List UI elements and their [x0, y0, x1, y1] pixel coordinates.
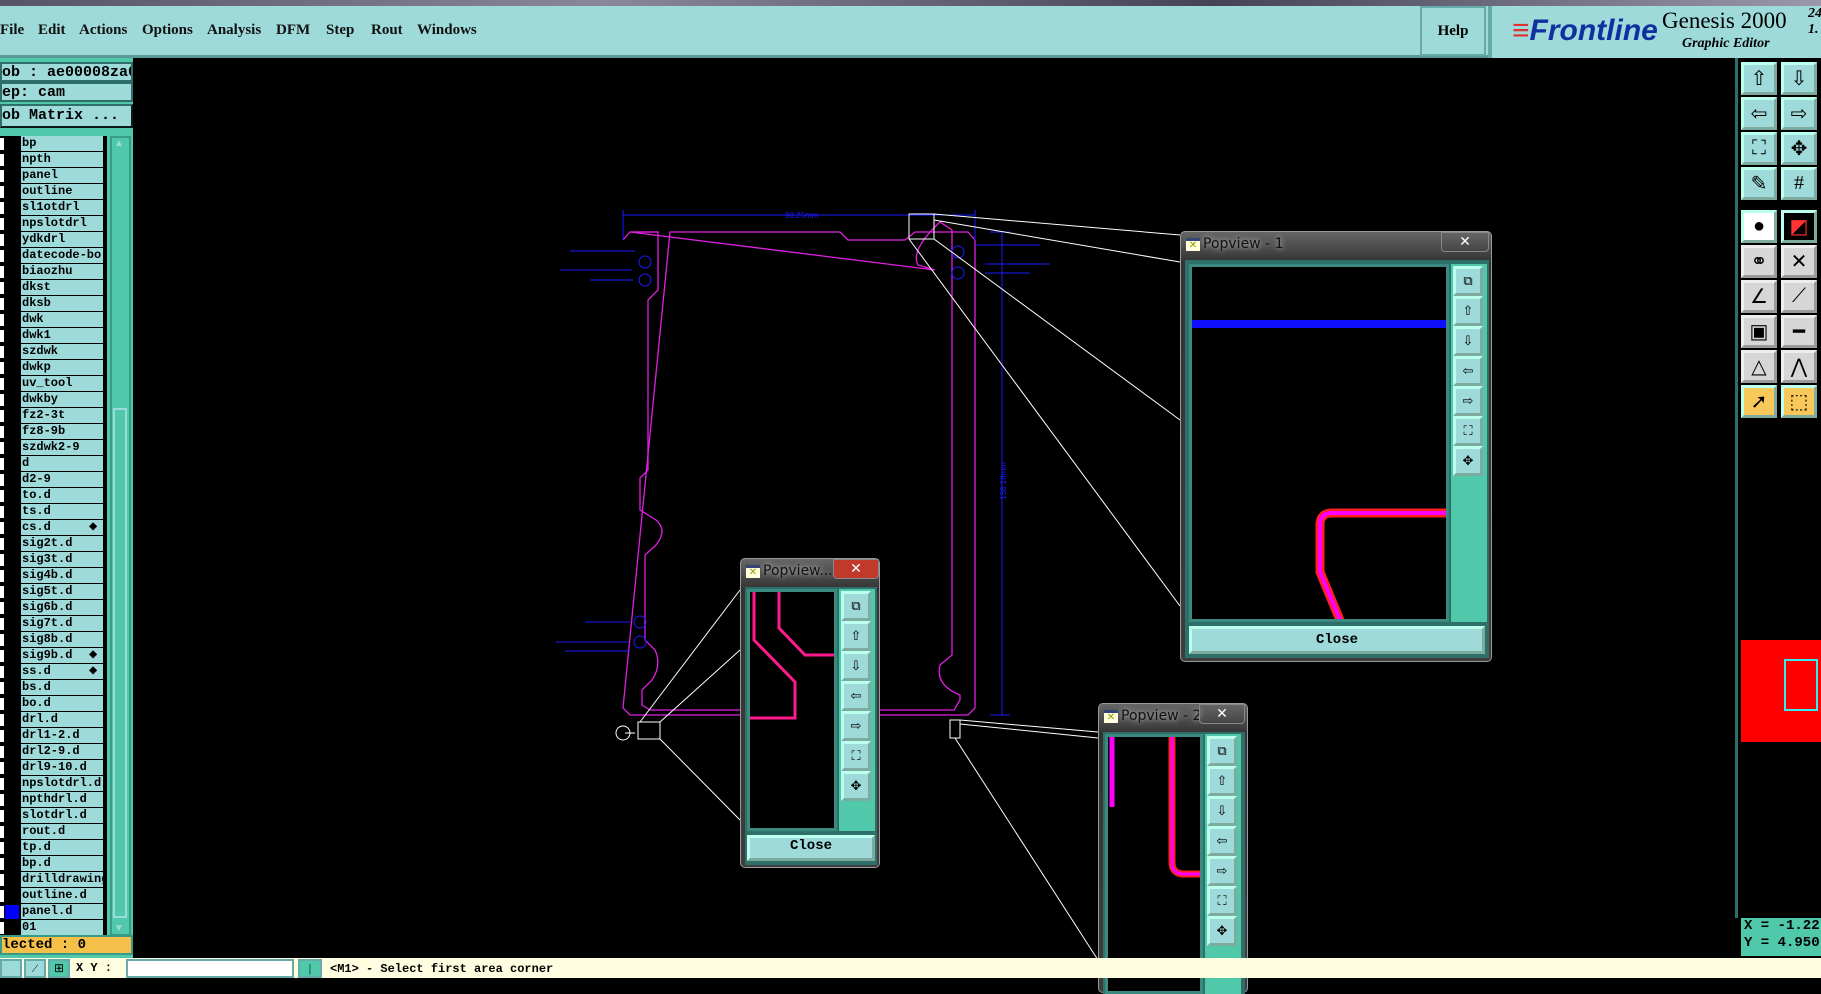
- zoom-in-icon[interactable]: ✥: [841, 771, 871, 801]
- dimension-width-label: 98.25mm: [785, 211, 819, 220]
- popview-view[interactable]: [747, 589, 837, 831]
- measure-button[interactable]: ⁄: [24, 959, 46, 978]
- trace-drawing: [750, 592, 834, 720]
- pan-right-icon[interactable]: ⇨: [1207, 856, 1237, 886]
- pan-right-icon[interactable]: ⇨: [841, 711, 871, 741]
- grid-button[interactable]: ⊞: [48, 959, 70, 978]
- snap-icon[interactable]: ●: [1741, 210, 1777, 243]
- close-icon[interactable]: ✕: [1199, 704, 1245, 724]
- pan-up-icon[interactable]: ⇧: [1453, 296, 1483, 326]
- window-icon: ✕: [746, 565, 760, 578]
- graphic-canvas[interactable]: 98.25mm 138.19mm: [0, 0, 1821, 978]
- popview-small-window: ✕ Popview... ✕ ⧉ ⇧ ⇩ ⇦ ⇨ ⛶ ✥ Close: [740, 558, 880, 868]
- popview-toolbar: ⧉ ⇧ ⇩ ⇦ ⇨ ⛶ ✥: [1205, 734, 1241, 994]
- zoom-fit-icon[interactable]: ⛶: [1207, 886, 1237, 916]
- window-icon: ✕: [1104, 710, 1118, 723]
- slope-icon[interactable]: ⟋: [1781, 280, 1817, 313]
- cursor-coordinates: X = -1.22 Y = 4.950: [1741, 918, 1821, 956]
- zoom-fit-icon[interactable]: ⛶: [1453, 416, 1483, 446]
- close-icon[interactable]: ✕: [1441, 232, 1489, 252]
- popview-body: ⧉ ⇧ ⇩ ⇦ ⇨ ⛶ ✥ Close: [1185, 260, 1489, 658]
- right-toolbar: X = -1.22 Y = 4.950 ⇧ ⇩ ⇦ ⇨ ⛶ ✥ ✎ # ● ◩ ⚭ ✕ ∠ ⟋ ▣ ━ △ ⋀ ➚ ⬚: [1735, 58, 1821, 956]
- grid-icon[interactable]: #: [1781, 167, 1817, 200]
- connect-icon[interactable]: ⚭: [1741, 245, 1777, 278]
- trace-drawing: [1192, 320, 1446, 619]
- xy-input[interactable]: [126, 959, 294, 978]
- popview-close-button[interactable]: Close: [747, 835, 875, 861]
- tools-icon[interactable]: ✎: [1741, 167, 1777, 200]
- arrow-up-icon[interactable]: ⋀: [1781, 350, 1817, 383]
- popview-body: ⧉ ⇧ ⇩ ⇦ ⇨ ⛶ ✥ Close: [745, 587, 877, 865]
- pan-right-icon[interactable]: ⇨: [1453, 386, 1483, 416]
- zoom-back-icon[interactable]: ⧉: [841, 591, 871, 621]
- zoom-back-icon[interactable]: ⧉: [1207, 736, 1237, 766]
- popview-toolbar: ⧉ ⇧ ⇩ ⇦ ⇨ ⛶ ✥: [1451, 264, 1487, 622]
- move-down-icon[interactable]: ⇩: [1781, 62, 1817, 95]
- input-mode-button[interactable]: |: [298, 959, 322, 978]
- pan-left-icon[interactable]: ⇦: [841, 681, 871, 711]
- snap-button[interactable]: [0, 959, 22, 978]
- pan-up-icon[interactable]: ⇧: [1207, 766, 1237, 796]
- pan-left-icon[interactable]: ⇦: [1207, 826, 1237, 856]
- popview-view[interactable]: [1105, 734, 1203, 994]
- line-horizontal-icon[interactable]: ━: [1781, 315, 1817, 348]
- overview-map[interactable]: [1741, 640, 1821, 742]
- popview-view[interactable]: [1189, 264, 1449, 622]
- pointer-icon[interactable]: ➚: [1741, 385, 1777, 418]
- trace-drawing: [1109, 737, 1200, 878]
- pan-down-icon[interactable]: ⇩: [841, 651, 871, 681]
- popview-body: ⧉ ⇧ ⇩ ⇦ ⇨ ⛶ ✥: [1103, 732, 1245, 994]
- popview-1-window: ✕ Popview - 1 ✕ ⧉ ⇧ ⇩ ⇦ ⇨ ⛶ ✥ Close: [1180, 231, 1492, 662]
- move-up-icon[interactable]: ⇧: [1741, 62, 1777, 95]
- pan-left-icon[interactable]: ⇦: [1453, 356, 1483, 386]
- triangle-icon[interactable]: △: [1741, 350, 1777, 383]
- bottom-status-bar: ⁄ ⊞ X Y : | <M1> - Select first area cor…: [0, 958, 1821, 978]
- popview-connectors: [615, 213, 1181, 961]
- popview-close-button[interactable]: Close: [1189, 626, 1485, 654]
- popview-title: Popview - 1: [1203, 236, 1284, 252]
- zoom-fit-icon[interactable]: ⛶: [1741, 132, 1777, 165]
- xy-label: X Y :: [76, 961, 113, 975]
- zoom-in-icon[interactable]: ✥: [1207, 916, 1237, 946]
- pan-down-icon[interactable]: ⇩: [1207, 796, 1237, 826]
- zoom-in-icon[interactable]: ✥: [1453, 446, 1483, 476]
- move-right-icon[interactable]: ⇨: [1781, 97, 1817, 130]
- line-icon[interactable]: ∠: [1741, 280, 1777, 313]
- zoom-back-icon[interactable]: ⧉: [1453, 266, 1483, 296]
- pan-up-icon[interactable]: ⇧: [841, 621, 871, 651]
- popview-toolbar: ⧉ ⇧ ⇩ ⇦ ⇨ ⛶ ✥: [839, 589, 875, 831]
- dimension-height-label: 138.19mm: [999, 462, 1008, 500]
- window-icon: ✕: [1186, 238, 1200, 251]
- popview-title: Popview - 2: [1121, 708, 1202, 724]
- move-left-icon[interactable]: ⇦: [1741, 97, 1777, 130]
- pointer-box-icon[interactable]: ⬚: [1781, 385, 1817, 418]
- pan-down-icon[interactable]: ⇩: [1453, 326, 1483, 356]
- zoom-fit-icon[interactable]: ⛶: [841, 741, 871, 771]
- zoom-in-icon[interactable]: ✥: [1781, 132, 1817, 165]
- popview-title: Popview...: [763, 563, 833, 579]
- close-icon[interactable]: ✕: [833, 559, 879, 579]
- status-message: <M1> - Select first area corner: [330, 962, 554, 976]
- delete-feature-icon[interactable]: ✕: [1781, 245, 1817, 278]
- area-select-icon[interactable]: ◩: [1781, 210, 1817, 243]
- popview-2-window: ✕ Popview - 2 ✕ ⧉ ⇧ ⇩ ⇦ ⇨ ⛶ ✥: [1098, 703, 1248, 994]
- move-pad-icon[interactable]: ▣: [1741, 315, 1777, 348]
